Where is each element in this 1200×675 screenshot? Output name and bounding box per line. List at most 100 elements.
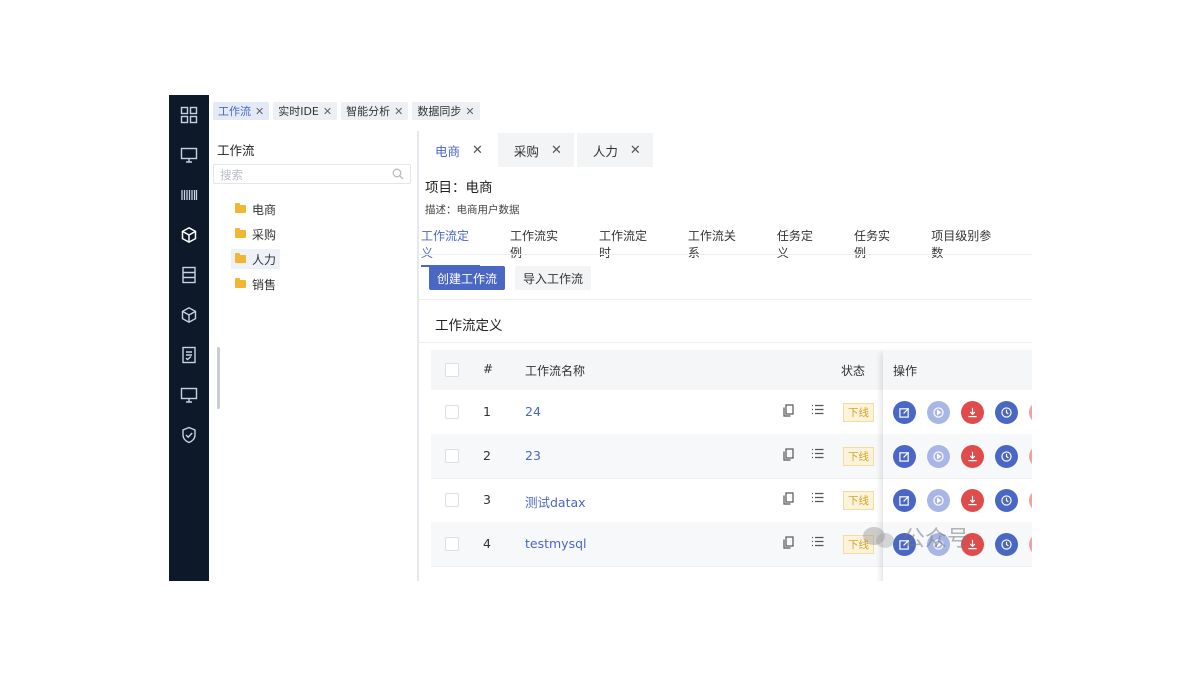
report-icon[interactable] <box>179 345 199 365</box>
copy-icon[interactable] <box>783 492 794 508</box>
shield-check-icon[interactable] <box>179 425 199 445</box>
workflow-name-link[interactable]: 测试datax <box>525 492 586 511</box>
sub-tab-task-instance[interactable]: 任务实例 <box>854 227 901 267</box>
project-tab-ecommerce[interactable]: 电商 ✕ <box>419 133 495 167</box>
run-button[interactable] <box>927 401 950 424</box>
status-badge: 下线 <box>843 403 874 422</box>
monitor-icon[interactable] <box>179 145 199 165</box>
publish-button[interactable] <box>1029 533 1032 556</box>
sub-tab-task-definition[interactable]: 任务定义 <box>777 227 824 267</box>
create-workflow-button[interactable]: 创建工作流 <box>429 266 506 290</box>
copy-icon[interactable] <box>783 536 794 552</box>
module-tab-label: 实时IDE <box>278 105 319 118</box>
sub-tab-workflow-schedule[interactable]: 工作流定时 <box>599 227 658 267</box>
clock-button[interactable] <box>995 401 1018 424</box>
workflow-name-link[interactable]: testmysql <box>525 536 587 551</box>
clock-button[interactable] <box>995 533 1018 556</box>
run-button[interactable] <box>927 445 950 468</box>
search-icon[interactable] <box>392 168 404 183</box>
sub-tab-workflow-instance[interactable]: 工作流实例 <box>510 227 569 267</box>
cube-filled-icon[interactable] <box>179 225 199 245</box>
desktop-icon[interactable] <box>179 385 199 405</box>
wechat-icon <box>863 525 897 549</box>
download-button[interactable] <box>961 489 984 512</box>
list-icon[interactable] <box>811 448 824 462</box>
run-button[interactable] <box>927 489 950 512</box>
import-workflow-button[interactable]: 导入工作流 <box>515 266 592 290</box>
sub-tab-project-params[interactable]: 项目级别参数 <box>931 227 1002 267</box>
select-all-checkbox[interactable] <box>445 363 459 377</box>
close-icon[interactable]: ✕ <box>255 105 264 118</box>
tree-search-input[interactable] <box>214 165 392 185</box>
divider <box>419 342 1032 343</box>
project-tree-panel: 工作流 电商 采购 人力 销售 <box>209 131 419 581</box>
close-icon[interactable]: ✕ <box>630 143 641 158</box>
tree-item-hr[interactable]: 人力 <box>231 249 281 269</box>
clock-button[interactable] <box>995 445 1018 468</box>
edit-button[interactable] <box>893 401 916 424</box>
tree-title: 工作流 <box>217 143 255 158</box>
row-index: 1 <box>483 404 491 419</box>
module-tab-realtime-ide[interactable]: 实时IDE ✕ <box>273 102 338 120</box>
close-icon[interactable]: ✕ <box>551 143 562 158</box>
sub-tab-workflow-relation[interactable]: 工作流关系 <box>688 227 747 267</box>
publish-button[interactable] <box>1029 489 1032 512</box>
workflow-name-link[interactable]: 24 <box>525 404 541 419</box>
ops-row <box>883 390 1032 435</box>
barcode-icon[interactable] <box>179 185 199 205</box>
sub-tab-workflow-definition[interactable]: 工作流定义 <box>421 227 480 267</box>
tree-item-label: 人力 <box>252 252 277 267</box>
list-icon[interactable] <box>811 404 824 418</box>
download-button[interactable] <box>961 401 984 424</box>
tree-search-box <box>213 164 411 185</box>
module-tab-workflow[interactable]: 工作流 ✕ <box>213 102 270 120</box>
module-tab-smart-analysis[interactable]: 智能分析 ✕ <box>341 102 409 120</box>
download-button[interactable] <box>961 445 984 468</box>
publish-button[interactable] <box>1029 401 1032 424</box>
edit-button[interactable] <box>893 489 916 512</box>
row-checkbox[interactable] <box>445 493 459 507</box>
close-icon[interactable]: ✕ <box>472 143 483 158</box>
row-checkbox[interactable] <box>445 537 459 551</box>
header-status: 状态 <box>841 364 866 378</box>
project-description: 描述：电商用户数据 <box>425 204 520 216</box>
folder-icon <box>235 228 246 238</box>
tree-item-purchase[interactable]: 采购 <box>231 224 280 244</box>
status-badge: 下线 <box>843 447 874 466</box>
project-tab-purchase[interactable]: 采购 ✕ <box>497 133 574 167</box>
publish-button[interactable] <box>1029 445 1032 468</box>
project-tab-hr[interactable]: 人力 ✕ <box>576 133 653 167</box>
tree-item-ecommerce[interactable]: 电商 <box>231 199 280 219</box>
project-tabs: 电商 ✕ 采购 ✕ 人力 ✕ <box>419 133 653 167</box>
ops-row <box>883 478 1032 523</box>
header-name: 工作流名称 <box>525 364 586 378</box>
row-index: 3 <box>483 492 491 507</box>
server-icon[interactable] <box>179 265 199 285</box>
tree-item-sales[interactable]: 销售 <box>231 274 280 294</box>
copy-icon[interactable] <box>783 404 794 420</box>
tree-item-label: 采购 <box>252 227 277 242</box>
edit-button[interactable] <box>893 445 916 468</box>
module-tab-label: 数据同步 <box>417 105 462 118</box>
module-tab-data-sync[interactable]: 数据同步 ✕ <box>412 102 480 120</box>
list-icon[interactable] <box>811 492 824 506</box>
copy-icon[interactable] <box>783 448 794 464</box>
cube-icon[interactable] <box>179 305 199 325</box>
workflow-name-link[interactable]: 23 <box>525 448 541 463</box>
ops-row <box>883 434 1032 479</box>
project-tab-label: 电商 <box>435 143 461 159</box>
watermark-text: 公众号 · <box>903 527 983 552</box>
project-name: 项目：电商 <box>425 180 493 196</box>
tree-scrollbar[interactable] <box>217 347 220 409</box>
list-icon[interactable] <box>811 536 824 550</box>
status-badge: 下线 <box>843 491 874 510</box>
folder-icon <box>235 203 246 213</box>
row-checkbox[interactable] <box>445 449 459 463</box>
row-checkbox[interactable] <box>445 405 459 419</box>
close-icon[interactable]: ✕ <box>465 105 474 118</box>
close-icon[interactable]: ✕ <box>394 105 403 118</box>
clock-button[interactable] <box>995 489 1018 512</box>
grid-icon[interactable] <box>179 105 199 125</box>
tree-item-label: 销售 <box>252 277 277 292</box>
close-icon[interactable]: ✕ <box>323 105 332 118</box>
